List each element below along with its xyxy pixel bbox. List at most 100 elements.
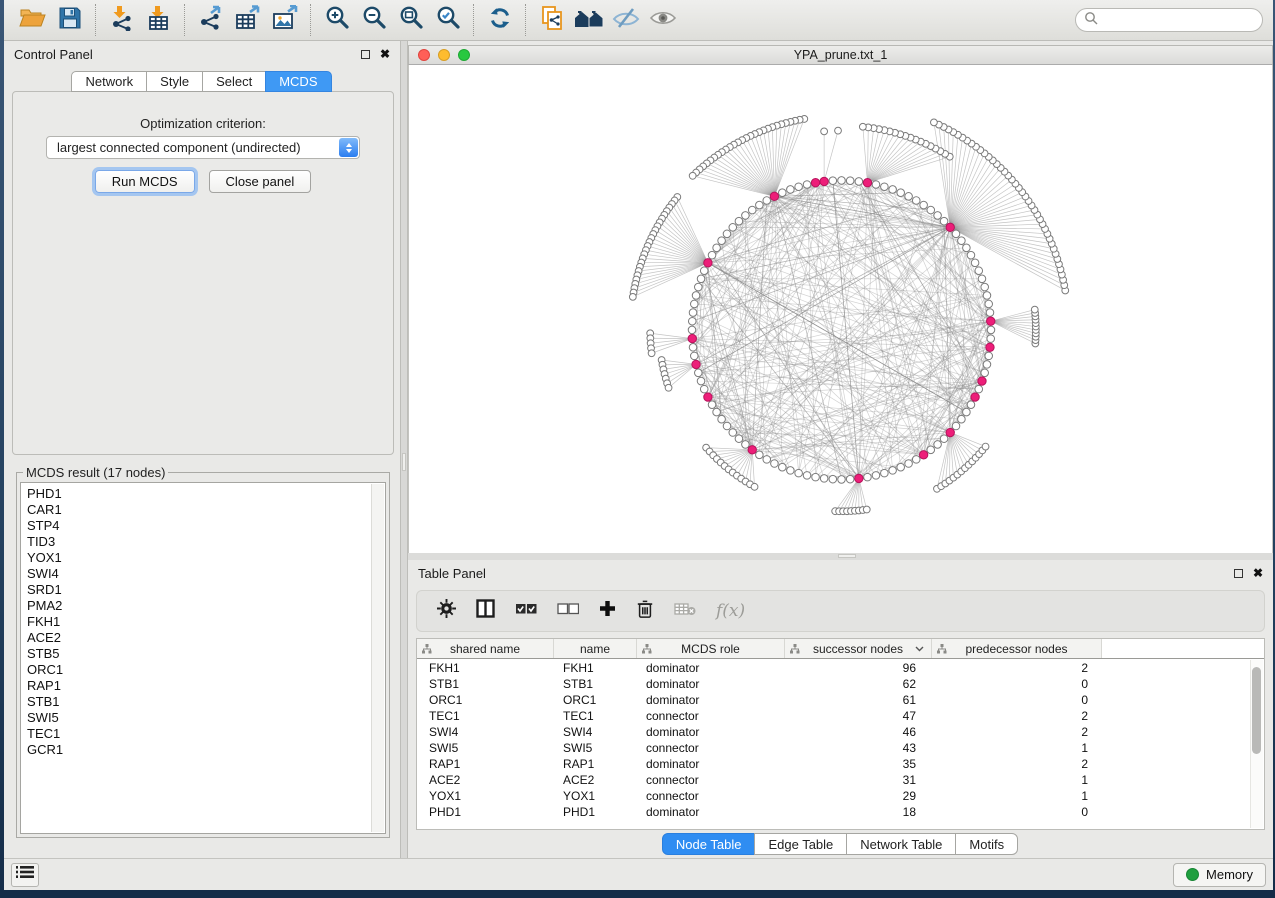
unselect-all-columns-button[interactable]	[557, 602, 579, 620]
control-panel-tabs: NetworkStyleSelectMCDS	[4, 71, 400, 92]
zoom-selected-button[interactable]	[429, 4, 466, 36]
mcds-result-item[interactable]: TID3	[27, 534, 385, 550]
mcds-result-item[interactable]: SRD1	[27, 582, 385, 598]
table-row-swi5[interactable]: SWI5SWI5connector431	[417, 740, 1264, 756]
table-cell: 2	[932, 709, 1102, 723]
table-tab-edge-table[interactable]: Edge Table	[754, 833, 847, 855]
mcds-result-item[interactable]: STP4	[27, 518, 385, 534]
mcds-result-item[interactable]: TEC1	[27, 726, 385, 742]
mcds-result-item[interactable]: CAR1	[27, 502, 385, 518]
mcds-result-list[interactable]: PHD1CAR1STP4TID3YOX1SWI4SRD1PMA2FKH1ACE2…	[20, 482, 386, 834]
network-graph[interactable]	[409, 65, 1272, 553]
show-column-panel-button[interactable]	[476, 599, 495, 623]
column-header-predecessor-nodes[interactable]: predecessor nodes	[932, 639, 1102, 658]
column-header-successor-nodes[interactable]: successor nodes	[785, 639, 932, 658]
task-history-button[interactable]	[11, 863, 39, 887]
mcds-result-item[interactable]: PMA2	[27, 598, 385, 614]
hide-selected-button[interactable]	[607, 4, 644, 36]
tab-select[interactable]: Select	[202, 71, 266, 92]
delete-columns-button[interactable]	[636, 599, 654, 624]
first-neighbors-button[interactable]	[570, 4, 607, 36]
horizontal-splitter[interactable]	[408, 553, 1273, 560]
search-input[interactable]	[1103, 13, 1243, 27]
float-panel-icon[interactable]	[361, 50, 370, 59]
table-panel: Table Panel ✖	[408, 560, 1273, 858]
table-tab-motifs[interactable]: Motifs	[955, 833, 1018, 855]
table-scrollbar-track[interactable]	[1250, 660, 1263, 828]
float-panel-icon[interactable]	[1234, 569, 1243, 578]
column-header-name[interactable]: name	[554, 639, 637, 658]
close-panel-icon[interactable]: ✖	[380, 48, 390, 60]
close-panel-icon[interactable]: ✖	[1253, 567, 1263, 579]
mcds-list-scrollbar[interactable]	[371, 484, 384, 832]
table-cell: 43	[785, 741, 932, 755]
zoom-fit-icon	[398, 5, 424, 36]
run-mcds-button[interactable]: Run MCDS	[95, 170, 195, 193]
table-scrollbar-thumb[interactable]	[1252, 667, 1261, 754]
mcds-result-item[interactable]: RAP1	[27, 678, 385, 694]
table-row-swi4[interactable]: SWI4SWI4dominator462	[417, 724, 1264, 740]
mcds-result-item[interactable]: STB5	[27, 646, 385, 662]
column-header-mcds-role[interactable]: MCDS role	[637, 639, 785, 658]
zoom-out-button[interactable]	[355, 4, 392, 36]
table-row-orc1[interactable]: ORC1ORC1dominator610	[417, 692, 1264, 708]
show-all-button[interactable]	[644, 4, 681, 36]
save-session-button[interactable]	[51, 4, 88, 36]
import-network-button[interactable]	[103, 4, 140, 36]
mcds-result-item[interactable]: SWI5	[27, 710, 385, 726]
refresh-icon	[487, 5, 513, 36]
mcds-result-item[interactable]: YOX1	[27, 550, 385, 566]
table-cell: 35	[785, 757, 932, 771]
tab-network[interactable]: Network	[71, 71, 147, 92]
export-image-button[interactable]	[266, 4, 303, 36]
import-table-button[interactable]	[140, 4, 177, 36]
memory-button[interactable]: Memory	[1173, 863, 1266, 887]
open-file-button[interactable]	[14, 4, 51, 36]
clone-network-button[interactable]	[533, 4, 570, 36]
table-row-rap1[interactable]: RAP1RAP1dominator352	[417, 756, 1264, 772]
table-row-yox1[interactable]: YOX1YOX1connector291	[417, 788, 1264, 804]
table-tab-network-table[interactable]: Network Table	[846, 833, 956, 855]
tab-style[interactable]: Style	[146, 71, 203, 92]
export-table-button[interactable]	[229, 4, 266, 36]
delete-table-button-disabled	[674, 602, 696, 621]
mcds-result-item[interactable]: STB1	[27, 694, 385, 710]
network-titlebar[interactable]: YPA_prune.txt_1	[408, 45, 1273, 65]
select-all-columns-button[interactable]	[515, 602, 537, 620]
refresh-view-button[interactable]	[481, 4, 518, 36]
table-tab-node-table[interactable]: Node Table	[662, 833, 756, 855]
table-row-fkh1[interactable]: FKH1FKH1dominator962	[417, 660, 1264, 676]
column-header-shared-name[interactable]: shared name	[417, 639, 554, 658]
table-cell: 2	[932, 661, 1102, 675]
control-panel-header: Control Panel ✖	[4, 41, 400, 67]
vertical-splitter[interactable]	[400, 41, 408, 858]
mcds-result-item[interactable]: SWI4	[27, 566, 385, 582]
mcds-result-item[interactable]: PHD1	[27, 486, 385, 502]
mcds-result-item[interactable]: ACE2	[27, 630, 385, 646]
export-network-button[interactable]	[192, 4, 229, 36]
table-row-phd1[interactable]: PHD1PHD1dominator180	[417, 804, 1264, 820]
mcds-result-item[interactable]: GCR1	[27, 742, 385, 758]
export-image-icon	[271, 5, 299, 36]
first-neighbors-icon	[574, 6, 604, 35]
table-cell: STB1	[554, 677, 637, 691]
zoom-in-button[interactable]	[318, 4, 355, 36]
table-row-stb1[interactable]: STB1STB1dominator620	[417, 676, 1264, 692]
network-canvas[interactable]	[408, 65, 1273, 553]
splitter-handle[interactable]	[402, 453, 406, 471]
table-row-tec1[interactable]: TEC1TEC1connector472	[417, 708, 1264, 724]
splitter-handle[interactable]	[838, 554, 856, 558]
create-column-button[interactable]	[599, 600, 616, 622]
table-cell: TEC1	[417, 709, 554, 723]
table-cell: dominator	[637, 693, 785, 707]
hide-eye-icon	[612, 5, 640, 36]
table-row-ace2[interactable]: ACE2ACE2connector311	[417, 772, 1264, 788]
criterion-dropdown[interactable]: largest connected component (undirected)	[46, 136, 360, 159]
zoom-fit-button[interactable]	[392, 4, 429, 36]
tab-mcds[interactable]: MCDS	[265, 71, 331, 92]
close-panel-button[interactable]: Close panel	[209, 170, 312, 193]
mcds-result-item[interactable]: FKH1	[27, 614, 385, 630]
table-cell: connector	[637, 709, 785, 723]
table-settings-button[interactable]	[437, 599, 456, 623]
mcds-result-item[interactable]: ORC1	[27, 662, 385, 678]
